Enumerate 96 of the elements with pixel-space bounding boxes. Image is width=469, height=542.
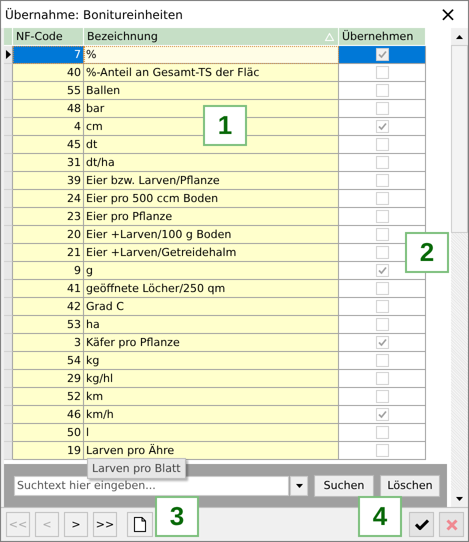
callout-number: 2	[405, 232, 449, 273]
checkbox[interactable]	[376, 66, 388, 79]
checkbox[interactable]	[376, 246, 388, 259]
table-cell: 48	[13, 100, 84, 118]
document-icon	[134, 517, 146, 532]
table-cell: l	[84, 424, 339, 442]
dropdown-button[interactable]	[290, 476, 308, 496]
caret-up-icon	[456, 34, 464, 38]
table-cell: ha	[84, 316, 339, 334]
table-cell: Eier pro 500 ccm Boden	[84, 190, 339, 208]
table-cell: geöffnete Löcher/250 qm	[84, 280, 339, 298]
table-cell: Grad C	[84, 298, 339, 316]
checkbox[interactable]	[376, 318, 388, 331]
checkbox[interactable]	[376, 102, 388, 115]
current-row-icon	[6, 50, 10, 59]
checkbox[interactable]	[376, 264, 388, 277]
checkbox[interactable]	[376, 48, 388, 61]
checkbox[interactable]	[376, 444, 388, 457]
table-cell: km	[84, 388, 339, 406]
table-cell: 55	[13, 82, 84, 100]
table-cell: 29	[13, 370, 84, 388]
table-cell: 41	[13, 280, 84, 298]
table-cell: 39	[13, 172, 84, 190]
table-cell: 24	[13, 190, 84, 208]
checkbox[interactable]	[376, 192, 388, 205]
table-cell: 46	[13, 406, 84, 424]
checkbox[interactable]	[376, 120, 388, 133]
checkbox[interactable]	[376, 84, 388, 97]
checkbox[interactable]	[376, 426, 388, 439]
table-cell: Larven pro Ähre	[84, 442, 339, 460]
window-title: Übernahme: Bonitureinheiten	[5, 8, 183, 22]
column-header[interactable]: Übernehmen	[339, 28, 426, 46]
table-cell: 7	[13, 46, 84, 64]
confirm-button[interactable]	[409, 512, 434, 537]
close-icon	[446, 518, 458, 530]
table-cell: Ballen	[84, 82, 339, 100]
tooltip: Larven pro Blatt	[87, 458, 186, 479]
table-cell: 54	[13, 352, 84, 370]
table-cell: 52	[13, 388, 84, 406]
table-cell: 53	[13, 316, 84, 334]
table-cell: 3	[13, 334, 84, 352]
checkbox[interactable]	[376, 390, 388, 403]
navigation-button[interactable]: >>	[93, 512, 117, 537]
checkbox[interactable]	[376, 372, 388, 385]
table-cell: 45	[13, 136, 84, 154]
caret-down-icon	[456, 496, 464, 500]
checkbox[interactable]	[376, 156, 388, 169]
table-cell: 23	[13, 208, 84, 226]
cancel-button[interactable]	[439, 512, 464, 537]
checkbox[interactable]	[376, 282, 388, 295]
navigation-button[interactable]: >	[64, 512, 88, 537]
table-cell: 21	[13, 244, 84, 262]
callout-number: 3	[155, 496, 199, 537]
table-cell: %	[84, 46, 339, 64]
column-header[interactable]: NF-Code	[13, 28, 84, 46]
clear-button[interactable]: Löschen	[380, 474, 440, 496]
table-cell: 42	[13, 298, 84, 316]
table-cell: km/h	[84, 406, 339, 424]
table-cell: 4	[13, 118, 84, 136]
caret-down-icon	[296, 484, 302, 488]
table-cell: dt/ha	[84, 154, 339, 172]
scroll-thumb[interactable]	[451, 45, 468, 233]
checkbox[interactable]	[376, 138, 388, 151]
row-indicator[interactable]	[4, 46, 13, 64]
checkbox[interactable]	[376, 174, 388, 187]
table-cell: Eier bzw. Larven/Pflanze	[84, 172, 339, 190]
search-field[interactable]: Suchtext hier eingeben...	[14, 476, 289, 496]
table-cell: 40	[13, 64, 84, 82]
callout-number: 4	[358, 496, 402, 537]
checkbox[interactable]	[376, 228, 388, 241]
close-button[interactable]: ×	[428, 1, 468, 28]
table-cell: kg/hl	[84, 370, 339, 388]
table-cell: 50	[13, 424, 84, 442]
checkmark-icon	[414, 519, 428, 530]
checkbox[interactable]	[376, 408, 388, 421]
table-cell: Eier +Larven/Getreidehalm	[84, 244, 339, 262]
table-cell: 20	[13, 226, 84, 244]
table-cell: Käfer pro Pflanze	[84, 334, 339, 352]
vertical-scrollbar[interactable]	[451, 28, 468, 507]
table-cell: g	[84, 262, 339, 280]
column-header[interactable]: Bezeichnung	[84, 28, 339, 46]
table-cell: kg	[84, 352, 339, 370]
callout-number: 1	[203, 105, 247, 146]
table-cell: 19	[13, 442, 84, 460]
new-document-button[interactable]	[127, 512, 153, 537]
table-cell: %-Anteil an Gesamt-TS der Fläc	[84, 64, 339, 82]
checkbox[interactable]	[376, 354, 388, 367]
table-cell: 9	[13, 262, 84, 280]
search-button[interactable]: Suchen	[314, 474, 374, 496]
checkbox[interactable]	[376, 210, 388, 223]
checkbox[interactable]	[376, 300, 388, 313]
table-cell: 31	[13, 154, 84, 172]
table-cell: Eier pro Pflanze	[84, 208, 339, 226]
table-cell: dt	[84, 136, 339, 154]
checkbox[interactable]	[376, 336, 388, 349]
table-cell: Eier +Larven/100 g Boden	[84, 226, 339, 244]
